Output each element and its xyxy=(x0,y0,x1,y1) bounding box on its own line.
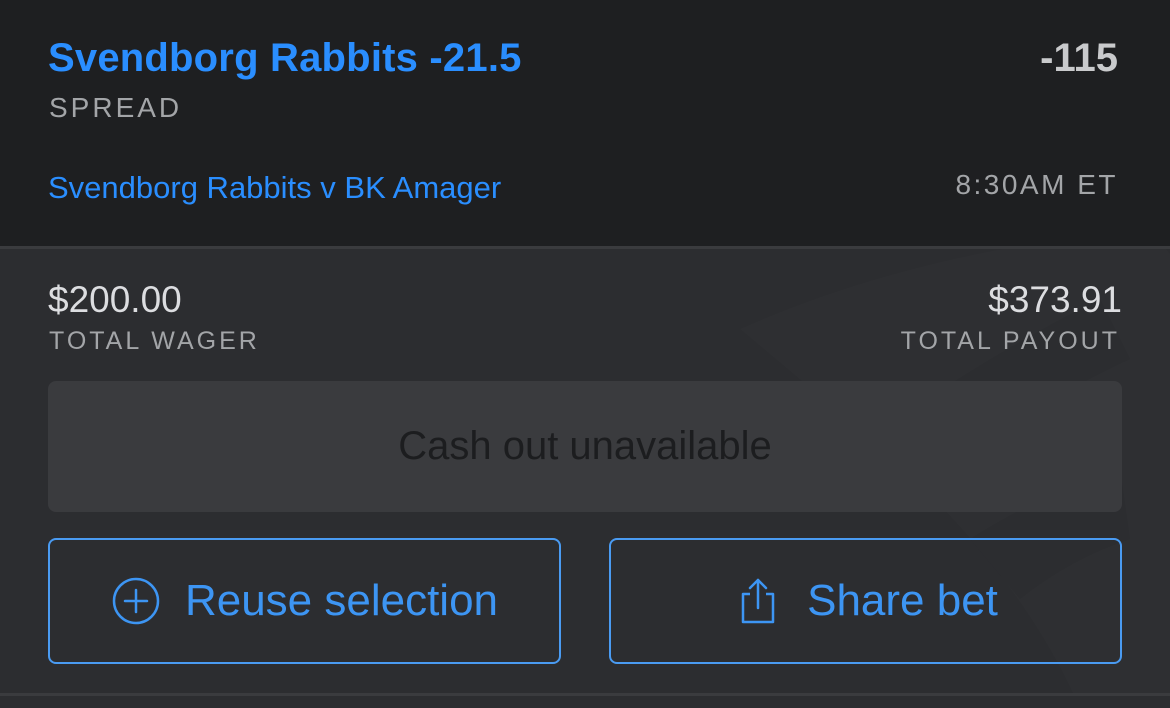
bet-card: Svendborg Rabbits -21.5 -115 SPREAD Sven… xyxy=(0,0,1170,708)
total-payout-amount: $373.91 xyxy=(988,279,1122,320)
total-wager-amount: $200.00 xyxy=(48,279,182,320)
reuse-selection-label: Reuse selection xyxy=(184,576,499,625)
total-wager-label: TOTAL WAGER xyxy=(49,327,260,355)
share-bet-button[interactable]: Share bet xyxy=(609,538,1122,664)
share-icon xyxy=(741,578,775,624)
selection-title[interactable]: Svendborg Rabbits -21.5 xyxy=(48,36,522,81)
plus-circle-icon xyxy=(112,577,160,625)
event-link[interactable]: Svendborg Rabbits v BK Amager xyxy=(48,170,501,206)
market-type: SPREAD xyxy=(49,92,183,123)
odds-value: -115 xyxy=(1040,36,1118,80)
event-time: 8:30AM ET xyxy=(955,169,1118,200)
next-card-edge xyxy=(0,696,1170,708)
share-bet-label: Share bet xyxy=(807,576,998,625)
bet-details: $200.00 TOTAL WAGER $373.91 TOTAL PAYOUT… xyxy=(0,249,1170,693)
cash-out-button: Cash out unavailable xyxy=(48,381,1122,512)
total-payout-label: TOTAL PAYOUT xyxy=(900,327,1120,355)
reuse-selection-button[interactable]: Reuse selection xyxy=(48,538,561,664)
bet-header: Svendborg Rabbits -21.5 -115 SPREAD Sven… xyxy=(0,0,1170,246)
cash-out-label: Cash out unavailable xyxy=(398,424,772,468)
